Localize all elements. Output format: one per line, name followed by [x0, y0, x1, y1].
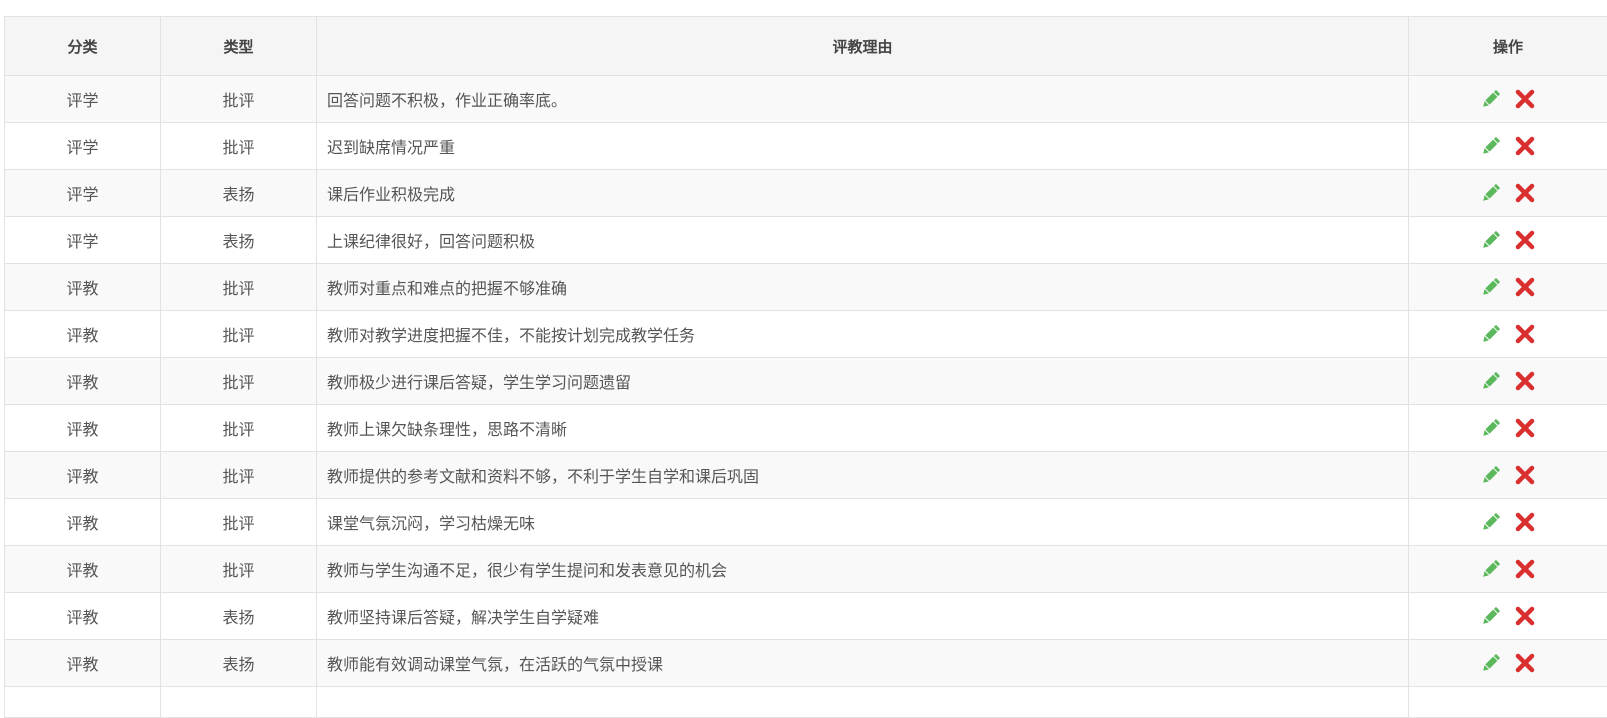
cell-category: 评教: [5, 405, 161, 452]
close-icon[interactable]: [1514, 323, 1536, 345]
evaluation-reason-table: 分类 类型 评教理由 操作 评学批评回答问题不积极，作业正确率底。评学批评迟到缺…: [4, 16, 1607, 718]
table-row: 评教表扬教师坚持课后答疑，解决学生自学疑难: [5, 593, 1607, 640]
cell-category: 评学: [5, 217, 161, 264]
table-row: 评学批评回答问题不积极，作业正确率底。: [5, 76, 1607, 123]
cell-reason: 教师对教学进度把握不佳，不能按计划完成教学任务: [317, 311, 1409, 358]
header-category[interactable]: 分类: [5, 17, 161, 76]
cell-actions: [1409, 217, 1607, 264]
cell-type: 批评: [161, 452, 317, 499]
table-row: 评学表扬课后作业积极完成: [5, 170, 1607, 217]
header-type[interactable]: 类型: [161, 17, 317, 76]
cell-type: 批评: [161, 264, 317, 311]
cell-category: 评学: [5, 170, 161, 217]
close-icon[interactable]: [1514, 88, 1536, 110]
pencil-icon[interactable]: [1480, 605, 1502, 627]
cell-actions: [1409, 311, 1607, 358]
close-icon[interactable]: [1514, 464, 1536, 486]
cell-actions: [1409, 123, 1607, 170]
cell-type: 批评: [161, 311, 317, 358]
cell-type: 批评: [161, 123, 317, 170]
table-row: 评教批评教师对重点和难点的把握不够准确: [5, 264, 1607, 311]
cell-category: 评教: [5, 499, 161, 546]
pencil-icon[interactable]: [1480, 88, 1502, 110]
cell-actions: [1409, 546, 1607, 593]
table-body: 评学批评回答问题不积极，作业正确率底。评学批评迟到缺席情况严重评学表扬课后作业积…: [5, 76, 1607, 718]
cell-reason: 课堂气氛沉闷，学习枯燥无味: [317, 499, 1409, 546]
close-icon[interactable]: [1514, 135, 1536, 157]
cell-type: 批评: [161, 76, 317, 123]
header-reason[interactable]: 评教理由: [317, 17, 1409, 76]
table-header-row: 分类 类型 评教理由 操作: [5, 17, 1607, 76]
pencil-icon[interactable]: [1480, 511, 1502, 533]
pencil-icon[interactable]: [1480, 464, 1502, 486]
cell-category: 评教: [5, 311, 161, 358]
cell-type: 批评: [161, 358, 317, 405]
close-icon[interactable]: [1514, 370, 1536, 392]
table-row: 评学批评迟到缺席情况严重: [5, 123, 1607, 170]
table-row: 评教批评课堂气氛沉闷，学习枯燥无味: [5, 499, 1607, 546]
table-row: 评教批评教师极少进行课后答疑，学生学习问题遗留: [5, 358, 1607, 405]
cell-type: 批评: [161, 499, 317, 546]
close-icon[interactable]: [1514, 605, 1536, 627]
cell-reason: 教师上课欠缺条理性，思路不清晰: [317, 405, 1409, 452]
close-icon[interactable]: [1514, 652, 1536, 674]
cell-reason: 教师坚持课后答疑，解决学生自学疑难: [317, 593, 1409, 640]
cell-reason: 教师与学生沟通不足，很少有学生提问和发表意见的机会: [317, 546, 1409, 593]
cell-type: 表扬: [161, 593, 317, 640]
cell-category: 评教: [5, 640, 161, 687]
pencil-icon[interactable]: [1480, 652, 1502, 674]
table-row: 评教批评教师对教学进度把握不佳，不能按计划完成教学任务: [5, 311, 1607, 358]
pencil-icon[interactable]: [1480, 229, 1502, 251]
pencil-icon[interactable]: [1480, 417, 1502, 439]
cell-type: 批评: [161, 405, 317, 452]
pencil-icon[interactable]: [1480, 182, 1502, 204]
cell-reason: 迟到缺席情况严重: [317, 123, 1409, 170]
cell-category: 评教: [5, 264, 161, 311]
cell-actions: [1409, 76, 1607, 123]
table-row: 评教表扬教师能有效调动课堂气氛，在活跃的气氛中授课: [5, 640, 1607, 687]
cell-reason: 课后作业积极完成: [317, 170, 1409, 217]
cell-actions: [1409, 358, 1607, 405]
table-row: 评教批评教师上课欠缺条理性，思路不清晰: [5, 405, 1607, 452]
cell-actions: [1409, 405, 1607, 452]
cell-actions: [1409, 499, 1607, 546]
cell-actions: [1409, 170, 1607, 217]
cell-category: 评教: [5, 358, 161, 405]
pencil-icon[interactable]: [1480, 370, 1502, 392]
cell-category: 评教: [5, 593, 161, 640]
cell-reason: 教师极少进行课后答疑，学生学习问题遗留: [317, 358, 1409, 405]
close-icon[interactable]: [1514, 182, 1536, 204]
cell-reason: 上课纪律很好，回答问题积极: [317, 217, 1409, 264]
pencil-icon[interactable]: [1480, 558, 1502, 580]
cell-category: 评教: [5, 546, 161, 593]
cell-reason: 教师能有效调动课堂气氛，在活跃的气氛中授课: [317, 640, 1409, 687]
table-row: 评学表扬上课纪律很好，回答问题积极: [5, 217, 1607, 264]
table-row: 评教批评教师与学生沟通不足，很少有学生提问和发表意见的机会: [5, 546, 1607, 593]
close-icon[interactable]: [1514, 511, 1536, 533]
cell-actions: [1409, 640, 1607, 687]
cell-type: 表扬: [161, 640, 317, 687]
evaluation-reason-table-container: 分类 类型 评教理由 操作 评学批评回答问题不积极，作业正确率底。评学批评迟到缺…: [4, 16, 1607, 718]
table-row: 评教批评教师提供的参考文献和资料不够，不利于学生自学和课后巩固: [5, 452, 1607, 499]
cell-actions: [1409, 264, 1607, 311]
cell-reason: 教师提供的参考文献和资料不够，不利于学生自学和课后巩固: [317, 452, 1409, 499]
cell-reason: 教师对重点和难点的把握不够准确: [317, 264, 1409, 311]
cell-type: 表扬: [161, 170, 317, 217]
close-icon[interactable]: [1514, 558, 1536, 580]
header-actions: 操作: [1409, 17, 1607, 76]
cell-type: 批评: [161, 546, 317, 593]
cell-actions: [1409, 452, 1607, 499]
cell-actions: [1409, 593, 1607, 640]
close-icon[interactable]: [1514, 276, 1536, 298]
cell-category: 评学: [5, 76, 161, 123]
cell-category: 评教: [5, 452, 161, 499]
cell-type: 表扬: [161, 217, 317, 264]
pencil-icon[interactable]: [1480, 276, 1502, 298]
pencil-icon[interactable]: [1480, 135, 1502, 157]
pencil-icon[interactable]: [1480, 323, 1502, 345]
cell-reason: 回答问题不积极，作业正确率底。: [317, 76, 1409, 123]
close-icon[interactable]: [1514, 417, 1536, 439]
close-icon[interactable]: [1514, 229, 1536, 251]
cell-category: 评学: [5, 123, 161, 170]
